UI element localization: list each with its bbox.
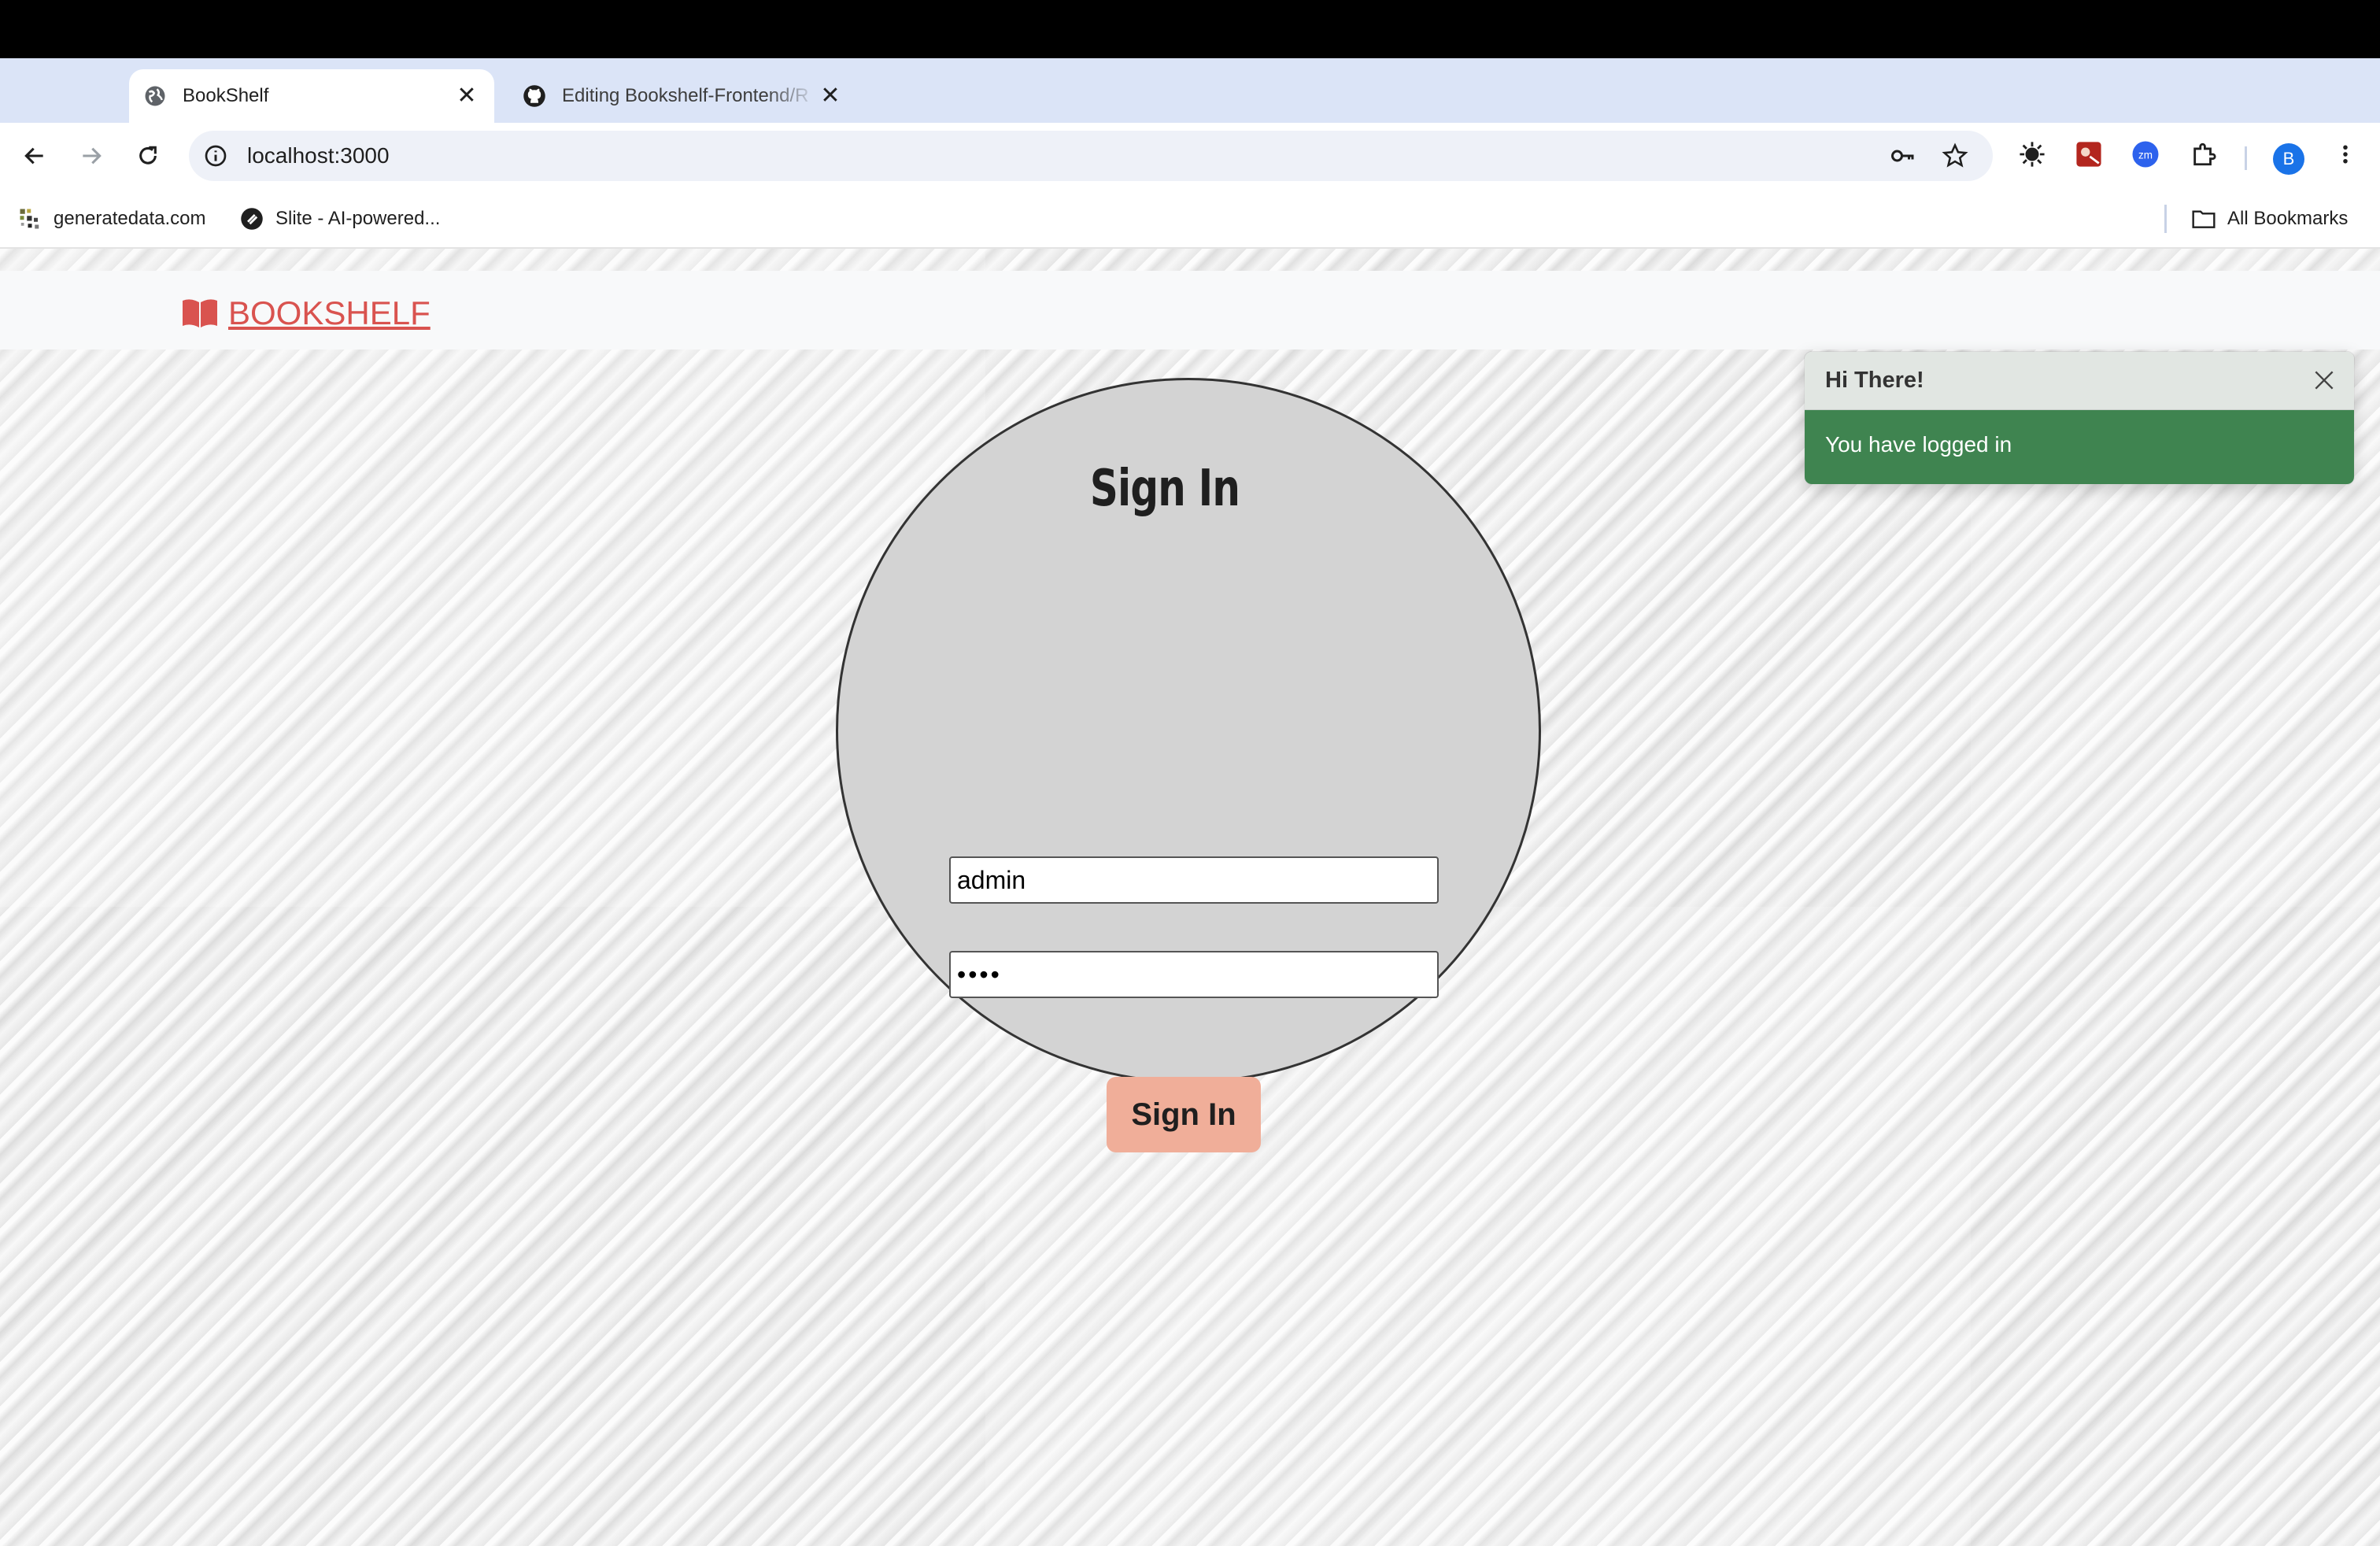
password-key-icon[interactable]	[1889, 142, 1917, 170]
extension-red-icon[interactable]	[2073, 139, 2105, 170]
site-info-icon[interactable]	[203, 143, 228, 168]
folder-icon	[2191, 206, 2216, 231]
profile-avatar[interactable]: B	[2273, 143, 2304, 175]
slite-favicon-icon	[239, 206, 264, 231]
bookmark-label: generatedata.com	[54, 208, 206, 229]
close-toast-button[interactable]	[2308, 364, 2340, 396]
close-tab-icon[interactable]: ✕	[817, 83, 844, 109]
extensions-puzzle-icon[interactable]	[2188, 139, 2219, 170]
tab-title: BookShelf	[183, 85, 269, 106]
generatedata-favicon-icon	[17, 206, 42, 231]
toast-body: You have logged in	[1805, 410, 2354, 484]
extension-sun-icon[interactable]	[2016, 139, 2048, 170]
tab-bookshelf[interactable]: BookShelf ✕	[129, 69, 494, 123]
close-tab-icon[interactable]: ✕	[453, 83, 480, 109]
password-input[interactable]	[949, 951, 1439, 998]
globe-icon	[145, 86, 165, 106]
close-icon	[2315, 371, 2334, 390]
signin-title: Sign In	[1089, 460, 1240, 518]
login-toast: Hi There! You have logged in	[1804, 351, 2355, 485]
bookmark-slite[interactable]: Slite - AI-powered...	[239, 206, 440, 231]
brand-text: BOOKSHELF	[228, 294, 431, 331]
bookmarks-divider	[2164, 205, 2167, 233]
toolbar-divider	[2245, 146, 2247, 170]
bookmarks-bar: generatedata.com Slite - AI-powered... A…	[0, 189, 2380, 249]
book-icon	[183, 299, 217, 327]
forward-button[interactable]	[74, 139, 109, 173]
tab-title: Editing Bookshelf-Frontend/R	[562, 85, 809, 106]
tab-github-editing[interactable]: Editing Bookshelf-Frontend/R ✕	[508, 69, 858, 123]
app-navbar: BOOKSHELF	[0, 271, 2380, 350]
forward-arrow-icon	[83, 147, 102, 165]
bookmark-generatedata[interactable]: generatedata.com	[17, 206, 205, 231]
bookmark-label: Slite - AI-powered...	[275, 208, 441, 229]
github-icon	[523, 85, 545, 107]
address-bar[interactable]: localhost:3000	[189, 131, 1993, 181]
bookmark-star-icon[interactable]	[1941, 142, 1969, 170]
back-arrow-icon	[24, 147, 43, 165]
toast-title: Hi There!	[1825, 368, 1924, 393]
back-button[interactable]	[17, 139, 52, 173]
extension-zoom-icon[interactable]: zm	[2130, 139, 2161, 170]
url-text[interactable]: localhost:3000	[247, 143, 390, 168]
brand-link[interactable]: BOOKSHELF	[181, 294, 431, 332]
svg-text:zm: zm	[2138, 149, 2153, 161]
reload-icon	[139, 146, 157, 165]
tab-strip: BookShelf ✕ Editing Bookshelf-Frontend/R…	[0, 58, 2380, 168]
signin-button[interactable]: Sign In	[1107, 1077, 1261, 1152]
all-bookmarks-button[interactable]: All Bookmarks	[2191, 206, 2348, 231]
toast-message: You have logged in	[1825, 432, 2012, 457]
all-bookmarks-label: All Bookmarks	[2227, 208, 2349, 229]
menu-kebab-icon[interactable]	[2330, 139, 2361, 170]
username-input[interactable]	[949, 856, 1439, 904]
reload-button[interactable]	[131, 139, 165, 173]
os-top-bar	[0, 0, 2380, 58]
toast-header: Hi There!	[1805, 352, 2354, 410]
